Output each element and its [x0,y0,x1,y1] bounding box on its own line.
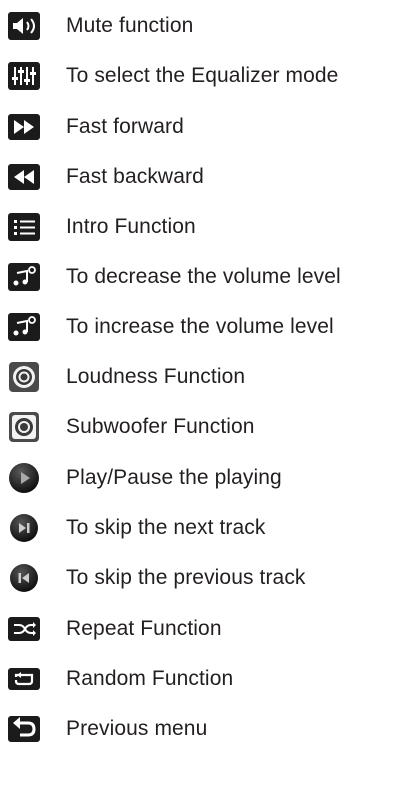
legend-row-play-pause: Play/Pause the playing [0,458,404,498]
random-icon [8,663,40,695]
legend-row-skip-previous: To skip the previous track [0,558,404,598]
loudness-icon [8,361,40,393]
volume-up-icon [8,311,40,343]
mute-icon [8,10,40,42]
skip-next-icon [8,512,40,544]
legend-row-skip-next: To skip the next track [0,508,404,548]
legend-row-previous-menu: Previous menu [0,709,404,749]
legend-row-equalizer: To select the Equalizer mode [0,56,404,96]
legend-label-repeat: Repeat Function [66,617,222,640]
legend-row-subwoofer: Subwoofer Function [0,407,404,447]
icon-legend: Mute function To select the Equalizer mo… [0,0,404,788]
volume-down-icon [8,261,40,293]
legend-label-random: Random Function [66,667,234,690]
subwoofer-icon [8,411,40,443]
legend-row-loudness: Loudness Function [0,357,404,397]
legend-row-volume-up: To increase the volume level [0,307,404,347]
repeat-icon [8,613,40,645]
legend-row-fast-backward: Fast backward [0,157,404,197]
legend-label-volume-up: To increase the volume level [66,315,334,338]
legend-label-skip-next: To skip the next track [66,516,266,539]
legend-label-previous-menu: Previous menu [66,717,208,740]
legend-label-equalizer: To select the Equalizer mode [66,64,339,87]
legend-label-play-pause: Play/Pause the playing [66,466,282,489]
fast-forward-icon [8,111,40,143]
legend-row-random: Random Function [0,659,404,699]
legend-label-skip-previous: To skip the previous track [66,566,306,589]
skip-previous-icon [8,562,40,594]
legend-label-fast-forward: Fast forward [66,115,184,138]
legend-row-repeat: Repeat Function [0,609,404,649]
legend-row-mute: Mute function [0,6,404,46]
legend-label-volume-down: To decrease the volume level [66,265,341,288]
legend-label-loudness: Loudness Function [66,365,246,388]
intro-list-icon [8,211,40,243]
play-pause-icon [8,462,40,494]
legend-label-mute: Mute function [66,14,194,37]
equalizer-icon [8,60,40,92]
previous-menu-icon [8,713,40,745]
legend-row-fast-forward: Fast forward [0,107,404,147]
legend-label-fast-backward: Fast backward [66,165,204,188]
legend-label-intro: Intro Function [66,215,196,238]
legend-row-intro: Intro Function [0,207,404,247]
legend-label-subwoofer: Subwoofer Function [66,415,255,438]
legend-row-volume-down: To decrease the volume level [0,257,404,297]
fast-backward-icon [8,161,40,193]
